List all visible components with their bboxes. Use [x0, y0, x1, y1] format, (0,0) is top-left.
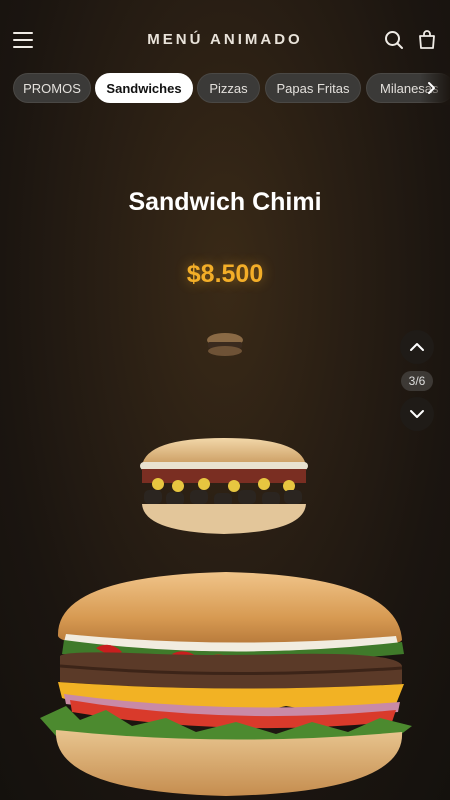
next-item-button[interactable] [400, 397, 434, 431]
app-title: MENÚ ANIMADO [147, 31, 303, 48]
shopping-bag-icon[interactable] [417, 29, 437, 50]
chevron-up-icon [410, 343, 424, 351]
previous-item-button[interactable] [400, 330, 434, 364]
sandwich-image-small [207, 333, 243, 356]
sandwich-image-medium [140, 438, 308, 534]
tab-promos[interactable]: PROMOS [13, 73, 91, 103]
chevron-down-icon [410, 410, 424, 418]
top-bar: MENÚ ANIMADO [0, 0, 450, 80]
search-icon[interactable] [384, 30, 404, 50]
tab-papas-fritas[interactable]: Papas Fritas [265, 73, 361, 103]
sandwich-image-large [40, 572, 412, 796]
product-price: $8.500 [186, 260, 264, 288]
tab-pizzas[interactable]: Pizzas [197, 73, 260, 103]
product-name: Sandwich Chimi [128, 188, 322, 216]
item-counter: 3/6 [401, 371, 433, 391]
tab-sandwiches[interactable]: Sandwiches [95, 73, 193, 103]
category-tabs: PROMOS Sandwiches Pizzas Papas Fritas Mi… [0, 73, 450, 105]
chevron-right-icon[interactable] [426, 81, 438, 95]
